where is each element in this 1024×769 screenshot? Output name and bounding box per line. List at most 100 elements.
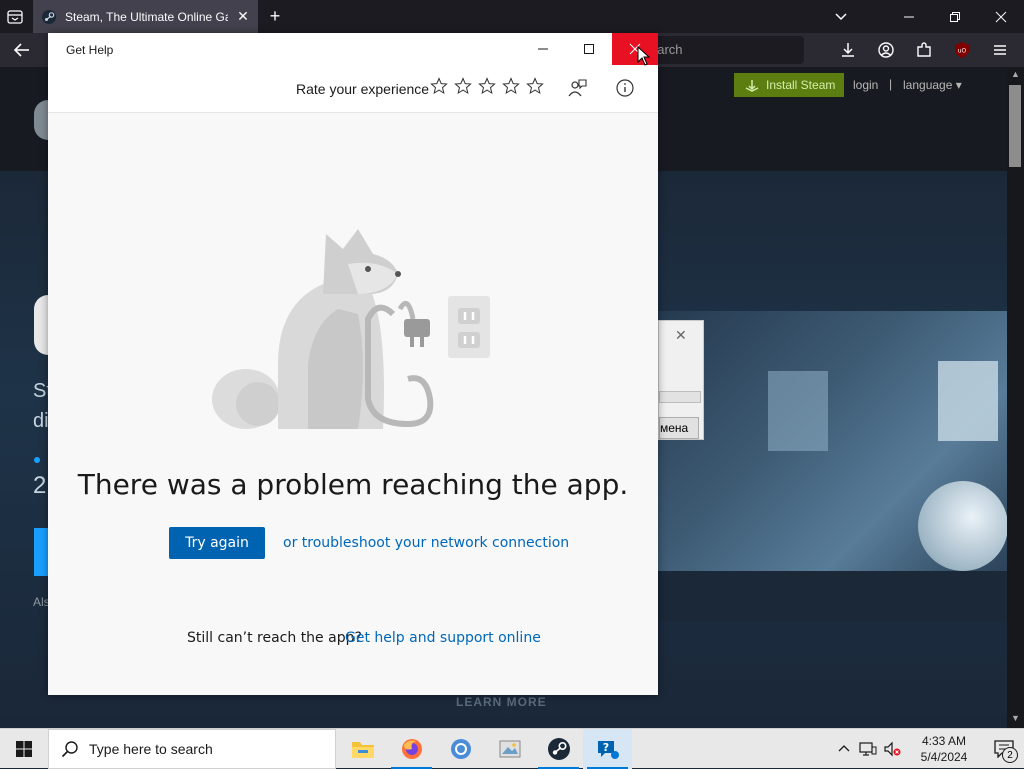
header-separator: | bbox=[889, 77, 893, 91]
feedback-icon[interactable] bbox=[566, 77, 588, 99]
back-arrow-icon[interactable] bbox=[12, 40, 32, 60]
action-center-button[interactable]: 2 bbox=[984, 729, 1024, 769]
minimize-button[interactable] bbox=[520, 33, 566, 65]
clock-time: 4:33 AM bbox=[921, 734, 967, 748]
taskbar-file-explorer[interactable] bbox=[338, 729, 387, 769]
background-dialog: ✕ мена bbox=[658, 320, 704, 440]
search-placeholder: Type here to search bbox=[89, 741, 213, 757]
language-label: language bbox=[903, 78, 953, 92]
dog-unplugged-illustration bbox=[212, 229, 490, 429]
image-viewer-icon bbox=[499, 740, 520, 758]
close-button[interactable] bbox=[612, 33, 658, 65]
hero-cta-button[interactable] bbox=[34, 528, 48, 576]
browser-restore-button[interactable] bbox=[932, 0, 978, 33]
ublock-shield-icon: uO bbox=[955, 42, 969, 58]
tab-list-icon[interactable] bbox=[6, 8, 24, 26]
mouse-cursor-icon bbox=[637, 46, 651, 66]
language-dropdown[interactable]: language ▾ bbox=[903, 78, 962, 92]
volume-button[interactable] bbox=[880, 729, 904, 769]
error-heading: There was a problem reaching the app. bbox=[77, 468, 629, 501]
steam-logo-large bbox=[34, 295, 48, 355]
window-titlebar[interactable]: Get Help bbox=[48, 33, 658, 65]
help-content: There was a problem reaching the app. Tr… bbox=[48, 114, 658, 695]
scrollbar-thumb[interactable] bbox=[1009, 85, 1021, 167]
maximize-button[interactable] bbox=[566, 33, 612, 65]
svg-text:?: ? bbox=[602, 741, 608, 754]
download-steam-icon bbox=[745, 80, 759, 92]
chevron-up-icon bbox=[838, 745, 850, 752]
firefox-icon bbox=[401, 739, 422, 759]
dialog-close-icon[interactable]: ✕ bbox=[675, 327, 687, 344]
show-hidden-icons-button[interactable] bbox=[832, 729, 856, 769]
account-icon bbox=[878, 42, 894, 58]
install-steam-label: Install Steam bbox=[766, 78, 836, 92]
help-online-link[interactable]: Get help and support online bbox=[345, 630, 541, 646]
hero-number: 2 bbox=[33, 472, 47, 499]
browser-tab-steam[interactable]: Steam, The Ultimate Online Gan ✕ bbox=[33, 0, 258, 33]
volume-muted-icon bbox=[884, 741, 901, 757]
browser-tab-bar: Steam, The Ultimate Online Gan ✕ + bbox=[0, 0, 1024, 33]
account-button[interactable] bbox=[870, 37, 902, 63]
hero-text-line2: di bbox=[33, 410, 49, 432]
downloads-button[interactable] bbox=[832, 37, 864, 63]
scroll-down-icon[interactable]: ▼ bbox=[1011, 713, 1020, 723]
notification-count-badge: 2 bbox=[1002, 747, 1018, 763]
browser-close-button[interactable] bbox=[978, 0, 1024, 33]
search-icon bbox=[61, 741, 78, 758]
rate-experience-label: Rate your experience bbox=[296, 81, 430, 97]
star-4-icon[interactable] bbox=[502, 77, 520, 95]
extensions-button[interactable] bbox=[908, 37, 940, 63]
login-link[interactable]: login bbox=[853, 78, 878, 92]
try-again-button[interactable]: Try again bbox=[169, 527, 265, 559]
learn-more-link[interactable]: LEARN MORE bbox=[456, 695, 547, 709]
taskbar-search-input[interactable]: Type here to search bbox=[48, 729, 336, 769]
list-all-tabs-chevron-icon[interactable] bbox=[832, 8, 850, 26]
new-tab-button[interactable]: + bbox=[264, 6, 286, 27]
system-tray: 4:33 AM 5/4/2024 2 bbox=[832, 729, 1024, 769]
minimize-icon bbox=[538, 48, 548, 50]
folder-icon bbox=[351, 742, 374, 758]
help-toolbar: Rate your experience bbox=[48, 65, 658, 113]
menu-button[interactable] bbox=[984, 37, 1016, 63]
network-icon bbox=[859, 742, 877, 756]
rating-stars bbox=[430, 77, 544, 95]
scroll-up-icon[interactable]: ▲ bbox=[1011, 69, 1020, 79]
install-steam-button[interactable]: Install Steam bbox=[734, 73, 844, 97]
tab-close-icon[interactable]: ✕ bbox=[236, 8, 250, 25]
star-5-icon[interactable] bbox=[526, 77, 544, 95]
clock[interactable]: 4:33 AM 5/4/2024 bbox=[904, 733, 984, 765]
chromium-icon bbox=[450, 739, 471, 759]
taskbar-photos[interactable] bbox=[485, 729, 534, 769]
taskbar-firefox[interactable] bbox=[387, 729, 436, 769]
ublock-button[interactable]: uO bbox=[946, 37, 978, 63]
star-1-icon[interactable] bbox=[430, 77, 448, 95]
troubleshoot-network-link[interactable]: or troubleshoot your network connection bbox=[283, 535, 569, 551]
hamburger-menu-icon bbox=[994, 45, 1006, 55]
start-button[interactable] bbox=[0, 729, 48, 769]
info-icon[interactable] bbox=[614, 77, 636, 99]
taskbar-get-help[interactable]: ? bbox=[583, 729, 632, 769]
taskbar-steam[interactable] bbox=[534, 729, 583, 769]
star-2-icon[interactable] bbox=[454, 77, 472, 95]
tab-title: Steam, The Ultimate Online Gan bbox=[65, 9, 228, 24]
caret-down-icon: ▾ bbox=[955, 78, 962, 92]
page-scrollbar[interactable]: ▲ ▼ bbox=[1007, 67, 1024, 728]
steam-icon bbox=[547, 738, 570, 760]
url-search-input[interactable]: earch bbox=[640, 36, 804, 64]
download-icon bbox=[842, 43, 854, 57]
network-button[interactable] bbox=[856, 729, 880, 769]
minimize-icon bbox=[904, 16, 914, 17]
taskbar-chrome[interactable] bbox=[436, 729, 485, 769]
bullet-dot bbox=[34, 457, 40, 463]
restore-icon bbox=[950, 11, 960, 22]
browser-minimize-button[interactable] bbox=[886, 0, 932, 33]
steam-favicon-icon bbox=[42, 9, 56, 24]
hero-image bbox=[658, 311, 1007, 571]
get-help-window: Get Help Rate your experience There was … bbox=[48, 33, 658, 695]
windows-logo-icon bbox=[16, 741, 32, 757]
close-icon bbox=[995, 11, 1007, 22]
get-help-icon: ? bbox=[597, 741, 619, 759]
dialog-cancel-button[interactable]: мена bbox=[659, 417, 699, 439]
puzzle-icon bbox=[917, 42, 931, 57]
star-3-icon[interactable] bbox=[478, 77, 496, 95]
